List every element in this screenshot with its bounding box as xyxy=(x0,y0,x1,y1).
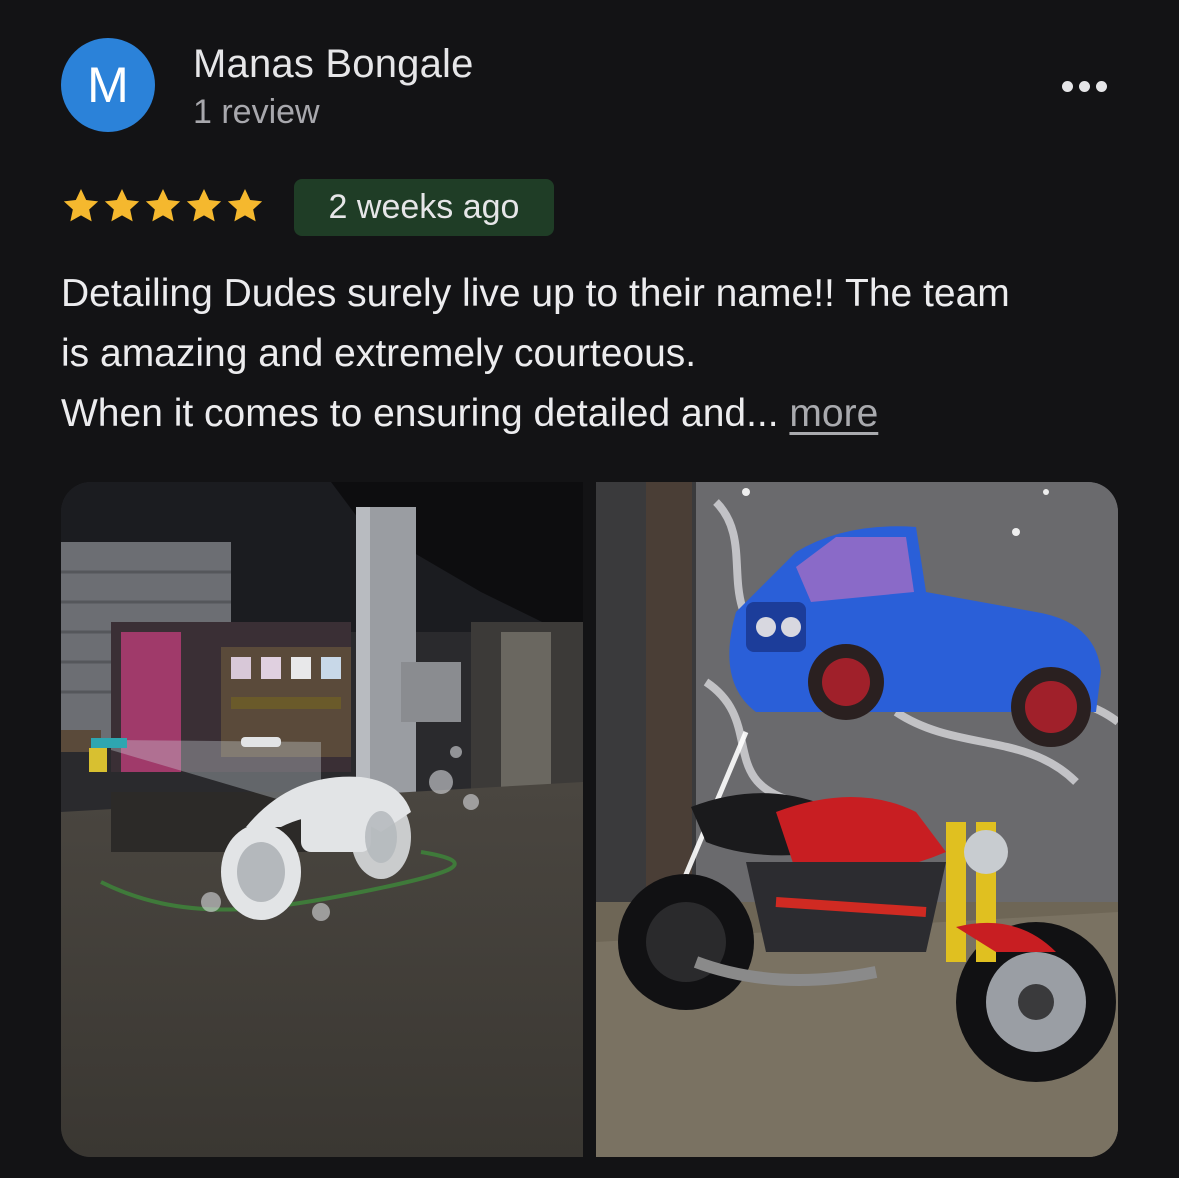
menu-dot xyxy=(1061,80,1073,92)
menu-dot xyxy=(1095,80,1107,92)
avatar[interactable]: M xyxy=(61,38,155,132)
review-line: is amazing and extremely courteous. xyxy=(61,332,697,375)
reviewer-name[interactable]: Manas Bongale xyxy=(193,42,474,87)
menu-dot xyxy=(1078,80,1090,92)
review-line: When it comes to ensuring detailed and..… xyxy=(61,392,790,435)
star-icon xyxy=(227,189,263,222)
review-line-last: When it comes to ensuring detailed and..… xyxy=(61,384,1141,444)
time-ago-badge: 2 weeks ago xyxy=(294,179,554,236)
more-options-icon[interactable] xyxy=(1052,66,1116,106)
star-icon xyxy=(186,189,222,222)
review-count: 1 review xyxy=(193,93,320,131)
star-rating xyxy=(61,186,265,226)
foam-wash-image xyxy=(61,482,583,1157)
motorcycle-foam-wash-photo[interactable] xyxy=(61,482,583,1157)
red-motorcycle-image xyxy=(596,482,1118,1157)
avatar-letter: M xyxy=(87,57,129,113)
star-icon xyxy=(104,189,140,222)
review-line: Detailing Dudes surely live up to their … xyxy=(61,272,1010,315)
review-card: M Manas Bongale 1 review 2 weeks ago Det… xyxy=(0,0,1179,1178)
more-link[interactable]: more xyxy=(789,392,878,435)
red-motorcycle-mural-photo[interactable] xyxy=(596,482,1118,1157)
review-text: Detailing Dudes surely live up to their … xyxy=(61,264,1141,444)
star-icon xyxy=(63,189,99,222)
star-icon xyxy=(145,189,181,222)
